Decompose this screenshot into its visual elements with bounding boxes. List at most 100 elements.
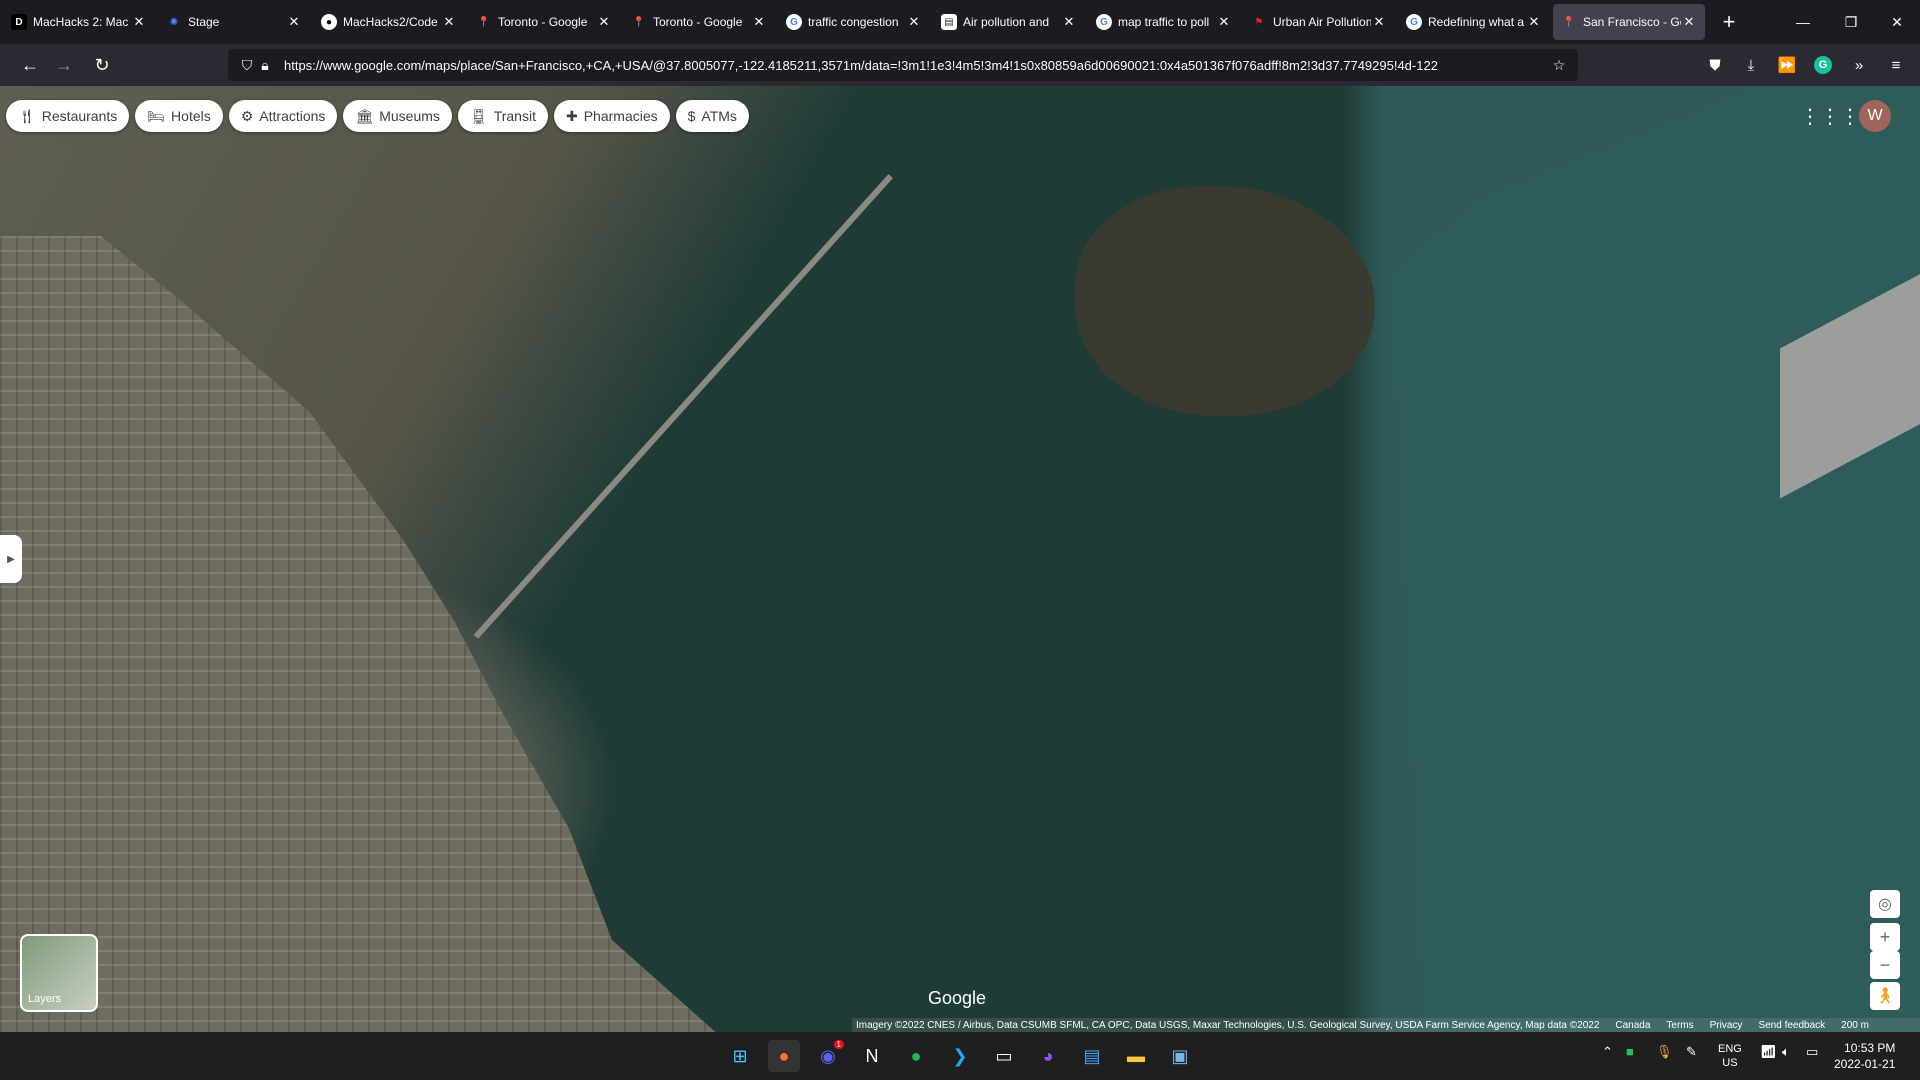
tab-toronto-1[interactable]: 📍 Toronto - Google ✕: [468, 4, 620, 40]
tab-air-pollution[interactable]: ▤ Air pollution and ✕: [933, 4, 1085, 40]
tab-github[interactable]: ● MacHacks2/Code ✕: [313, 4, 465, 40]
tab-title: map traffic to poll: [1118, 15, 1210, 29]
close-icon[interactable]: ✕: [596, 14, 612, 30]
photos-icon[interactable]: ▣: [1164, 1040, 1196, 1072]
battery-icon[interactable]: ▭: [1806, 1044, 1818, 1060]
tab-traffic[interactable]: G traffic congestion ✕: [778, 4, 930, 40]
notepad-icon[interactable]: ▤: [1076, 1040, 1108, 1072]
clock[interactable]: 10:53 PM 2022-01-21: [1834, 1040, 1895, 1072]
tab-toronto-2[interactable]: 📍 Toronto - Google ✕: [623, 4, 775, 40]
language-indicator[interactable]: ENG US: [1718, 1042, 1742, 1070]
close-icon[interactable]: ✕: [1371, 14, 1387, 30]
link-privacy[interactable]: Privacy: [1710, 1020, 1743, 1031]
layers-button[interactable]: Layers: [20, 934, 98, 1012]
attractions-icon: ⚙︎: [240, 107, 254, 124]
minimize-button[interactable]: —: [1780, 0, 1826, 44]
chip-atms[interactable]: $ ATMs: [675, 100, 749, 132]
extension-icon[interactable]: ⏩: [1771, 49, 1803, 81]
link-terms[interactable]: Terms: [1666, 1020, 1693, 1031]
download-icon[interactable]: ⤓: [1735, 49, 1767, 81]
tab-title: traffic congestion: [808, 15, 899, 29]
satellite-map[interactable]: [0, 86, 1920, 1032]
expand-side-panel-button[interactable]: ▶: [0, 535, 22, 583]
github-desktop-icon[interactable]: ◕: [1032, 1040, 1064, 1072]
grammarly-icon[interactable]: G: [1807, 49, 1839, 81]
chip-label: Museums: [379, 108, 440, 124]
reload-button[interactable]: ↻: [86, 49, 118, 81]
chip-museums[interactable]: 🏛︎ Museums: [343, 100, 452, 132]
close-icon[interactable]: ✕: [1216, 14, 1232, 30]
tab-title: Toronto - Google: [498, 15, 588, 29]
scale-label[interactable]: 200 m: [1841, 1020, 1869, 1031]
google-icon: G: [1096, 14, 1112, 30]
tab-title: Air pollution and: [963, 15, 1050, 29]
close-icon[interactable]: ✕: [1061, 14, 1077, 30]
tab-map-traffic[interactable]: G map traffic to poll ✕: [1088, 4, 1240, 40]
bookmark-star-icon[interactable]: ☆: [1550, 57, 1568, 74]
tab-title: MacHacks 2: Mac: [33, 15, 129, 29]
chip-attractions[interactable]: ⚙︎ Attractions: [228, 100, 338, 132]
spotify-icon[interactable]: ●: [900, 1040, 932, 1072]
vscode-icon[interactable]: ❯: [944, 1040, 976, 1072]
notion-icon[interactable]: N: [856, 1040, 888, 1072]
new-tab-button[interactable]: +: [1713, 6, 1745, 38]
tab-title: MacHacks2/Code: [343, 15, 438, 29]
chip-hotels[interactable]: 🛏︎ Hotels: [135, 100, 223, 132]
doc-icon: ▤: [941, 14, 957, 30]
tab-redefining[interactable]: G Redefining what a ✕: [1398, 4, 1550, 40]
overflow-chevron-icon[interactable]: »: [1843, 49, 1875, 81]
google-icon: G: [1406, 14, 1422, 30]
close-icon[interactable]: ✕: [286, 14, 302, 30]
tab-san-francisco[interactable]: 📍 San Francisco - Go ✕: [1553, 4, 1705, 40]
close-icon[interactable]: ✕: [131, 14, 147, 30]
window-close-button[interactable]: ✕: [1874, 0, 1920, 44]
close-icon[interactable]: ✕: [1526, 14, 1542, 30]
zoom-out-button[interactable]: −: [1870, 951, 1900, 979]
link-canada[interactable]: Canada: [1615, 1020, 1650, 1031]
wifi-icon[interactable]: 📶︎: [1760, 1044, 1777, 1060]
restore-button[interactable]: ❐: [1828, 0, 1874, 44]
app-tray-icon[interactable]: ■: [1626, 1044, 1634, 1059]
url-text[interactable]: https://www.google.com/maps/place/San+Fr…: [284, 58, 1550, 73]
close-icon[interactable]: ✕: [751, 14, 767, 30]
tab-urban-air[interactable]: ⚑ Urban Air Pollution ✕: [1243, 4, 1395, 40]
close-icon[interactable]: ✕: [906, 14, 922, 30]
tab-stage[interactable]: ✺ Stage ✕: [158, 4, 310, 40]
microphone-icon[interactable]: 🎙︎: [1656, 1044, 1673, 1060]
lock-icon[interactable]: 🔒︎: [256, 57, 274, 74]
chip-pharmacies[interactable]: ✚ Pharmacies: [553, 100, 670, 132]
chip-transit[interactable]: 🚆︎ Transit: [457, 100, 548, 132]
close-icon[interactable]: ✕: [1681, 14, 1697, 30]
back-button[interactable]: ←: [14, 49, 46, 81]
avatar[interactable]: W: [1859, 100, 1891, 132]
discord-icon[interactable]: ◉ 1: [812, 1040, 844, 1072]
language-line1: ENG: [1718, 1043, 1742, 1055]
tab-machacks[interactable]: D MacHacks 2: Mac ✕: [3, 4, 155, 40]
hamburger-menu-icon[interactable]: ≡: [1880, 49, 1912, 81]
chip-restaurants[interactable]: 🍴︎ Restaurants: [6, 100, 130, 132]
category-chips: 🍴︎ Restaurants 🛏︎ Hotels ⚙︎ Attractions …: [6, 100, 749, 132]
file-explorer-icon[interactable]: ▬: [1120, 1040, 1152, 1072]
windows-start-icon[interactable]: ⊞: [724, 1040, 756, 1072]
google-apps-grid-icon[interactable]: ⋮⋮⋮: [1800, 102, 1860, 130]
volume-icon[interactable]: 🔈︎: [1782, 1044, 1790, 1060]
maps-pin-icon: 📍: [632, 16, 646, 28]
link-send-feedback[interactable]: Send feedback: [1758, 1020, 1825, 1031]
close-icon[interactable]: ✕: [441, 14, 457, 30]
stage-icon: ✺: [169, 16, 179, 28]
my-location-button[interactable]: ◎: [1870, 890, 1900, 918]
terminal-icon[interactable]: ▭: [988, 1040, 1020, 1072]
address-bar[interactable]: ⛉ 🔒︎ https://www.google.com/maps/place/S…: [228, 49, 1578, 81]
chevron-up-icon[interactable]: ⌃: [1602, 1044, 1613, 1060]
hotel-icon: 🛏︎: [147, 107, 166, 124]
map-attribution-bar: Imagery ©2022 CNES / Airbus, Data CSUMB …: [852, 1018, 1920, 1032]
forward-button[interactable]: →: [48, 49, 80, 81]
clock-date: 2022-01-21: [1834, 1057, 1896, 1071]
pegman-icon[interactable]: 🚶︎: [1870, 982, 1900, 1010]
shield-icon[interactable]: ⛉: [238, 57, 256, 74]
zoom-in-button[interactable]: +: [1870, 923, 1900, 951]
pen-icon[interactable]: ✎: [1686, 1044, 1697, 1060]
firefox-icon[interactable]: ●: [768, 1040, 800, 1072]
pocket-icon[interactable]: ⛊: [1699, 49, 1731, 81]
maps-pin-icon: 📍: [477, 16, 491, 28]
